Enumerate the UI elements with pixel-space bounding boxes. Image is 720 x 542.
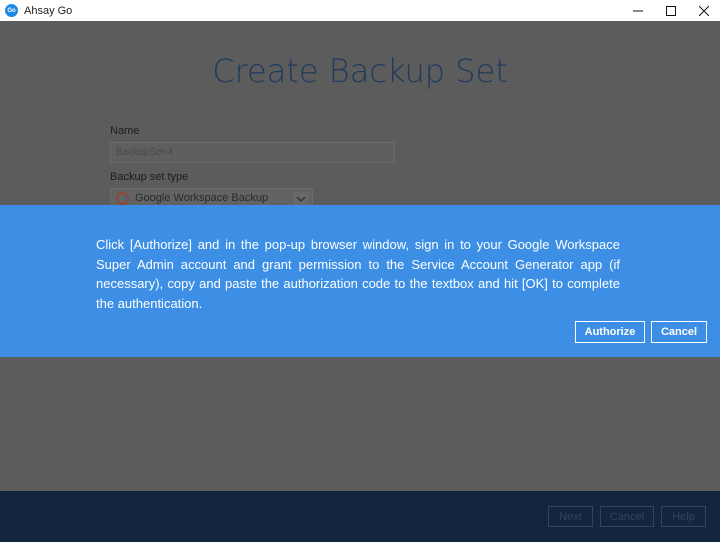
window-controls bbox=[621, 0, 720, 21]
help-button[interactable]: Help bbox=[661, 506, 706, 527]
ahsay-go-logo-icon: Go bbox=[5, 4, 18, 17]
maximize-icon bbox=[665, 5, 676, 16]
chevron-down-icon bbox=[294, 192, 308, 205]
next-button[interactable]: Next bbox=[548, 506, 593, 527]
window-title: Ahsay Go bbox=[24, 4, 73, 17]
name-input[interactable]: BackupSet-4 bbox=[110, 142, 395, 163]
close-icon bbox=[698, 5, 709, 16]
footer-bar: Next Cancel Help bbox=[0, 491, 720, 542]
minimize-icon bbox=[632, 10, 643, 11]
cancel-button[interactable]: Cancel bbox=[651, 321, 707, 343]
google-icon bbox=[116, 191, 129, 205]
title-bar: Go Ahsay Go bbox=[0, 0, 720, 21]
footer-cancel-button[interactable]: Cancel bbox=[600, 506, 654, 527]
minimize-button[interactable] bbox=[621, 0, 654, 21]
backup-set-type-label: Backup set type bbox=[110, 171, 189, 183]
authorization-dialog: Click [Authorize] and in the pop-up brow… bbox=[0, 205, 720, 357]
dialog-message: Click [Authorize] and in the pop-up brow… bbox=[96, 237, 620, 311]
authorize-button[interactable]: Authorize bbox=[575, 321, 645, 343]
page-title: Create Backup Set bbox=[212, 52, 508, 90]
name-label: Name bbox=[110, 125, 140, 137]
close-button[interactable] bbox=[687, 0, 720, 21]
backup-set-type-value: Google Workspace Backup bbox=[135, 192, 269, 204]
maximize-button[interactable] bbox=[654, 0, 687, 21]
